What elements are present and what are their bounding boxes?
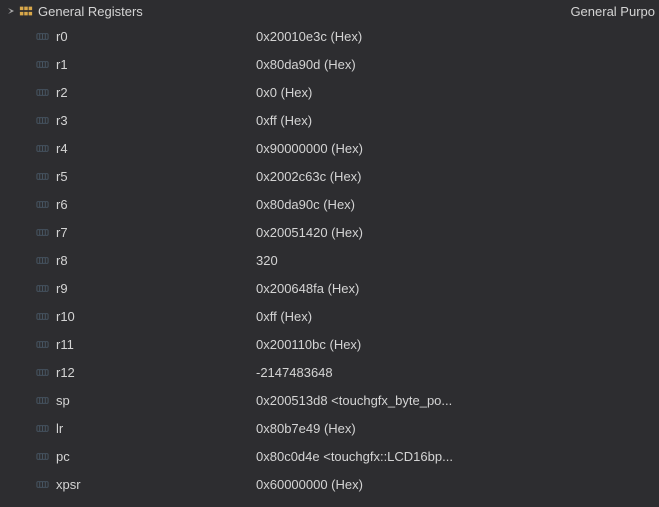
group-header-label: General Registers xyxy=(38,4,143,19)
register-icon xyxy=(34,364,50,380)
group-header-right-label: General Purpo xyxy=(570,4,659,19)
register-value: 0x80da90d (Hex) xyxy=(256,57,356,72)
register-value: 0x200110bc (Hex) xyxy=(256,337,361,352)
expand-arrow-icon[interactable] xyxy=(6,6,16,16)
register-row[interactable]: lr 0x80b7e49 (Hex) xyxy=(0,414,659,442)
register-icon xyxy=(34,84,50,100)
register-row[interactable]: r2 0x0 (Hex) xyxy=(0,78,659,106)
register-name: r11 xyxy=(56,337,256,352)
register-icon xyxy=(34,280,50,296)
group-header-row[interactable]: General Registers General Purpo xyxy=(0,0,659,22)
register-icon xyxy=(34,392,50,408)
register-icon xyxy=(34,28,50,44)
register-row[interactable]: r11 0x200110bc (Hex) xyxy=(0,330,659,358)
register-name: r10 xyxy=(56,309,256,324)
register-value: 0x90000000 (Hex) xyxy=(256,141,363,156)
register-name: sp xyxy=(56,393,256,408)
registers-list: r0 0x20010e3c (Hex) r1 0x80da90d (Hex) r… xyxy=(0,22,659,498)
register-name: r2 xyxy=(56,85,256,100)
register-icon xyxy=(34,252,50,268)
register-icon xyxy=(34,336,50,352)
register-name: r4 xyxy=(56,141,256,156)
register-icon xyxy=(34,420,50,436)
register-icon xyxy=(34,112,50,128)
register-row[interactable]: r7 0x20051420 (Hex) xyxy=(0,218,659,246)
register-value: 0x80b7e49 (Hex) xyxy=(256,421,356,436)
register-row[interactable]: r12 -2147483648 xyxy=(0,358,659,386)
register-value: 0x20010e3c (Hex) xyxy=(256,29,362,44)
register-name: r1 xyxy=(56,57,256,72)
register-name: r5 xyxy=(56,169,256,184)
register-row[interactable]: r6 0x80da90c (Hex) xyxy=(0,190,659,218)
register-value: 0x80c0d4e <touchgfx::LCD16bp... xyxy=(256,449,453,464)
register-row[interactable]: r5 0x2002c63c (Hex) xyxy=(0,162,659,190)
register-value: 320 xyxy=(256,253,278,268)
register-value: 0x2002c63c (Hex) xyxy=(256,169,362,184)
registers-group-icon xyxy=(18,3,34,19)
register-icon xyxy=(34,308,50,324)
register-name: r0 xyxy=(56,29,256,44)
register-row[interactable]: r10 0xff (Hex) xyxy=(0,302,659,330)
register-row[interactable]: r4 0x90000000 (Hex) xyxy=(0,134,659,162)
register-name: lr xyxy=(56,421,256,436)
register-value: 0x20051420 (Hex) xyxy=(256,225,363,240)
register-value: 0xff (Hex) xyxy=(256,113,312,128)
register-row[interactable]: r9 0x200648fa (Hex) xyxy=(0,274,659,302)
register-value: -2147483648 xyxy=(256,365,333,380)
register-value: 0xff (Hex) xyxy=(256,309,312,324)
register-name: r7 xyxy=(56,225,256,240)
register-row[interactable]: sp 0x200513d8 <touchgfx_byte_po... xyxy=(0,386,659,414)
register-name: r9 xyxy=(56,281,256,296)
register-icon xyxy=(34,224,50,240)
register-icon xyxy=(34,448,50,464)
register-name: r6 xyxy=(56,197,256,212)
registers-panel: General Registers General Purpo r0 0x200… xyxy=(0,0,659,507)
register-value: 0x60000000 (Hex) xyxy=(256,477,363,492)
register-icon xyxy=(34,476,50,492)
register-row[interactable]: r3 0xff (Hex) xyxy=(0,106,659,134)
register-icon xyxy=(34,140,50,156)
register-value: 0x200648fa (Hex) xyxy=(256,281,359,296)
register-value: 0x200513d8 <touchgfx_byte_po... xyxy=(256,393,452,408)
register-row[interactable]: pc 0x80c0d4e <touchgfx::LCD16bp... xyxy=(0,442,659,470)
register-name: xpsr xyxy=(56,477,256,492)
register-icon xyxy=(34,168,50,184)
register-icon xyxy=(34,196,50,212)
register-row[interactable]: r8 320 xyxy=(0,246,659,274)
register-name: r3 xyxy=(56,113,256,128)
register-name: r8 xyxy=(56,253,256,268)
register-name: pc xyxy=(56,449,256,464)
register-value: 0x0 (Hex) xyxy=(256,85,312,100)
register-row[interactable]: r1 0x80da90d (Hex) xyxy=(0,50,659,78)
register-icon xyxy=(34,56,50,72)
register-row[interactable]: r0 0x20010e3c (Hex) xyxy=(0,22,659,50)
register-value: 0x80da90c (Hex) xyxy=(256,197,355,212)
register-row[interactable]: xpsr 0x60000000 (Hex) xyxy=(0,470,659,498)
register-name: r12 xyxy=(56,365,256,380)
